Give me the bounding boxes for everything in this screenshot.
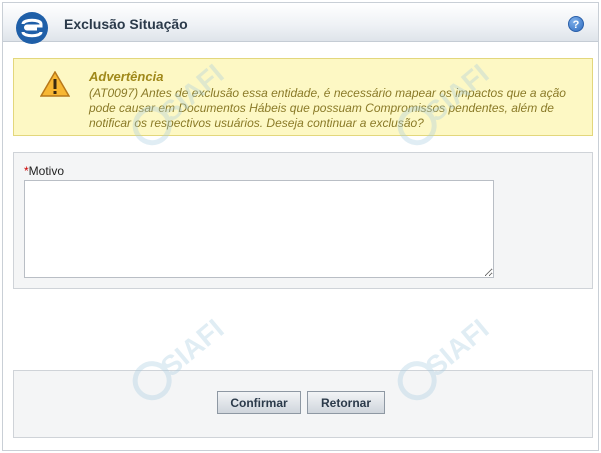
return-button[interactable]: Retornar [307,391,385,414]
help-icon[interactable]: ? [568,16,584,32]
warning-panel: Advertência (AT0097) Antes de exclusão e… [13,58,593,136]
warning-title: Advertência [89,69,164,84]
warning-icon [40,71,70,97]
siafi-logo-icon [16,12,48,44]
warning-message: (AT0097) Antes de exclusão essa entidade… [89,86,566,130]
motivo-textarea[interactable] [24,180,494,278]
motivo-form: *Motivo [13,152,593,289]
confirm-button[interactable]: Confirmar [217,391,301,414]
action-bar: Confirmar Retornar [13,370,593,438]
motivo-label-text: Motivo [28,164,65,178]
page-title: Exclusão Situação [64,16,188,32]
dialog-header: Exclusão Situação ? [3,3,598,44]
motivo-label: *Motivo [24,164,64,178]
